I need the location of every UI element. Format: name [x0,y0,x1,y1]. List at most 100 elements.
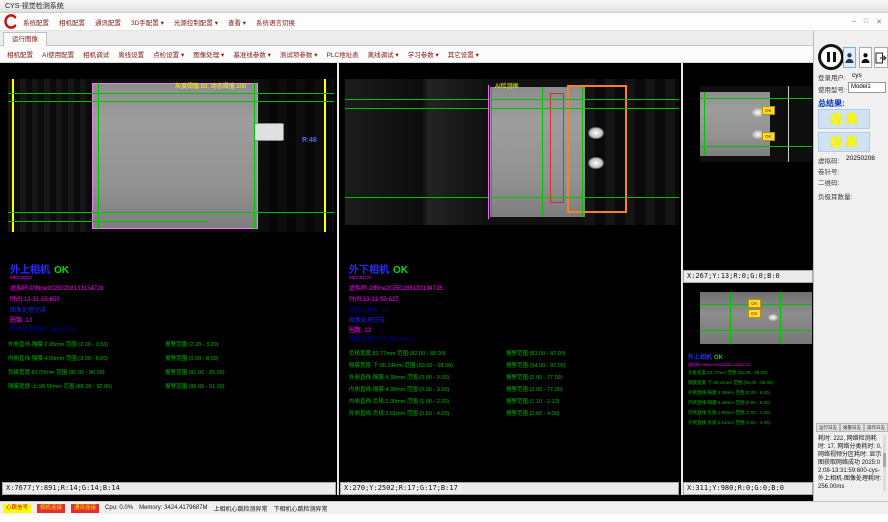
menu-light-control-config[interactable]: 光源控制配置 ▾ [174,17,218,27]
tab-highlight [588,157,604,169]
left-time: 时间:13-31-59-650 [10,294,60,303]
mid-camera-ok: OK [393,265,408,276]
threshold-overlay-label: 灰度阈值:93, 动态阈值:100 [175,81,246,90]
upper-camera-alert: 上相机心跳检测异常 [213,504,267,513]
ai-result-tag: OK [748,299,761,308]
menu-view[interactable]: 查看 ▾ [228,17,246,27]
tab-run-image[interactable]: 运行图像 [3,32,47,46]
left-turn-count: 圈数: 13 [10,315,32,324]
left-virtual-code: 虚拟码:Offline20250208133134728 [10,283,104,292]
needle-no-label: 卷针号: [818,166,839,176]
mid-time: 时间:13-31-59-627 [349,294,399,303]
tool-image-processing[interactable]: 图像处理 ▾ [193,49,224,59]
log-scrollbar[interactable] [883,435,886,491]
measurement-row: 内侧直线-隔膜:4.60mm 范围:(3.00 - 6.00) 报警范围:(0.… [8,354,338,364]
tool-camera-debug[interactable]: 相机调试 [83,49,109,59]
pause-button[interactable] [818,44,844,70]
small-view1-cursor-status: X:267;Y:13;R:0;G:0;B:0 [683,270,813,283]
left-mes-flag: MES:B(1)0 [10,275,32,280]
tab-strip: 运行图像 [0,31,813,46]
app-window: CYS-视觉检测系统 系统配置 相机配置 通讯配置 3D手配置 ▾ 光源控制配置… [0,0,888,522]
left-camera-image[interactable]: 灰度阈值:93, 动态阈值:100 R 48 [8,79,334,232]
comm-connect-badge: 通讯连接 [71,504,99,513]
model-label: 使用型号: [818,84,846,94]
model-select[interactable]: Model1 [848,82,886,93]
login-user-label: 登录用户: [818,72,846,82]
view-splitter[interactable] [337,63,339,495]
mid-process-time: 图像处理时间: 182.00ms [349,334,415,343]
tool-spot-check[interactable]: 点检设置 ▾ [153,49,184,59]
logout-button[interactable] [874,47,888,68]
tool-baseline-params[interactable]: 基准线参数 ▾ [233,49,271,59]
tool-learning-params[interactable]: 学习参数 ▾ [408,49,439,59]
log-area: 运行日志 报警日志 操作日志 耗时: 222, 网络检测耗时: 17, 网络分类… [816,423,887,493]
title-bar: CYS-视觉检测系统 [0,0,888,13]
measure-line [582,87,583,217]
mini-measure-row: 内侧直线-负极:1.90mm 范围:(1.00 - 2.20) [688,410,810,416]
tool-plc-address-table[interactable]: PLC地址表 [326,49,358,59]
left-camera-result-title: 外上相机OK [10,261,69,276]
measure-value: 内侧直线-隔膜:4.60mm 范围:(3.00 - 6.00) [8,354,108,362]
tool-camera-config[interactable]: 相机配置 [7,49,33,59]
camera-connect-badge: 相机连接 [37,504,65,513]
ai-result-tag: OK [762,106,775,115]
menu-system-config[interactable]: 系统配置 [23,17,49,27]
mini-camera-name: 外上相机 [688,355,712,361]
log-tab-run[interactable]: 运行日志 [816,423,840,432]
tool-other-settings[interactable]: 其它设置 ▾ [448,49,479,59]
measure-line [98,83,99,229]
small-view2-result-title: 外上相机OK [688,352,723,361]
menu-bar: 系统配置 相机配置 通讯配置 3D手配置 ▾ 光源控制配置 ▾ 查看 ▾ 系统语… [0,13,888,31]
measurement-row: 内侧直线-隔膜:4.38mm 范围:(0.00 - 9.00) 报警范围:(2.… [349,385,679,395]
measure-value: 内侧直线-隔膜:4.38mm 范围:(0.00 - 9.00) [349,385,449,393]
tool-ai-usage-config[interactable]: AI使用配置 [42,49,74,59]
tool-offline-debug[interactable]: 离线调试 ▾ [368,49,399,59]
left-process-done: 图像处理完成 [10,305,46,314]
toolbar: 相机配置 AI使用配置 相机调试 离线设置 点检设置 ▾ 图像处理 ▾ 基准线参… [0,46,813,63]
tool-test-item-params[interactable]: 测试项参数 ▾ [280,49,318,59]
maximize-button[interactable]: □ [864,18,868,26]
mid-camera-result-title: 外下相机OK [349,261,408,276]
alarm-range: 报警范围:(89.00 - 91.00) [165,382,225,390]
measurement-row: 隔膜宽度-下:95.24mm 范围:(93.00 - 98.00) 报警范围:(… [349,361,679,371]
log-tab-operation[interactable]: 操作日志 [864,423,888,432]
menu-camera-config[interactable]: 相机配置 [59,17,85,27]
small-camera-image-1[interactable]: OK OK [700,86,812,162]
measure-value: 外侧直线-隔膜:2.95mm 范围:(2.00 - 3.50) [8,340,108,348]
mid-camera-image[interactable]: AI检测框 [345,79,679,225]
cpu-usage: Cpu: 0.0% [105,505,133,511]
minimize-button[interactable]: – [852,18,856,26]
user-login-button[interactable] [843,47,856,68]
pause-icon [833,52,836,62]
small-view2-cursor-status: X:311;Y:980;R:0;G:0;B:0 [683,482,813,495]
menu-3d-hand-config[interactable]: 3D手配置 ▾ [131,17,164,27]
mini-measure-row: 负极宽度:83.77mm 范围:(82.00 - 88.00) [688,370,810,376]
neg-tab-count-label: 负极耳数量: [818,191,852,201]
left-process-time: 图像处理时间: 266.00ms [10,324,76,333]
menu-language-switch[interactable]: 系统语言切换 [256,17,295,27]
measurement-row: 外侧直线-隔膜:4.38mm 范围:(0.00 - 9.00) 报警范围:(2.… [349,373,679,383]
detect-subbox [550,93,564,203]
virtual-code-value: 20250208 [846,155,875,162]
result-box-upper: 结 果 [818,109,870,129]
window-controls: – □ ✕ [852,18,882,26]
mini-measure-row: 外侧直线-隔膜:4.38mm 范围:(0.00 - 9.00) [688,390,810,396]
measure-line [8,93,334,94]
close-button[interactable]: ✕ [876,18,882,26]
mid-process-done: 图像处理完成 [349,315,385,324]
right-control-panel: 登录用户: cys 使用型号: Model1 总结果: 结 果 结 果 虚拟码:… [813,31,888,501]
r-overlay-label: R 48 [302,137,317,144]
log-tab-alarm[interactable]: 报警日志 [840,423,864,432]
mini-measure-row: 内侧直线-隔膜:4.38mm 范围:(0.00 - 9.00) [688,400,810,406]
status-bar: 心跳信号 相机连接 通讯连接 Cpu: 0.0% Memory: 3424.41… [0,501,888,514]
tool-offline-settings[interactable]: 离线设置 [118,49,144,59]
ai-box-label: AI检测框 [495,81,519,90]
window-title: CYS-视觉检测系统 [5,3,64,10]
mid-virtual-code: 虚拟码:Offline20250208133134728 [349,283,443,292]
user-manage-button[interactable] [859,47,872,68]
mini-camera-ok: OK [714,355,723,361]
pause-icon [827,52,830,62]
small-camera-image-2[interactable]: OK OK [700,292,812,344]
menu-comm-config[interactable]: 通讯配置 [95,17,121,27]
left-camera-ok: OK [54,265,69,276]
